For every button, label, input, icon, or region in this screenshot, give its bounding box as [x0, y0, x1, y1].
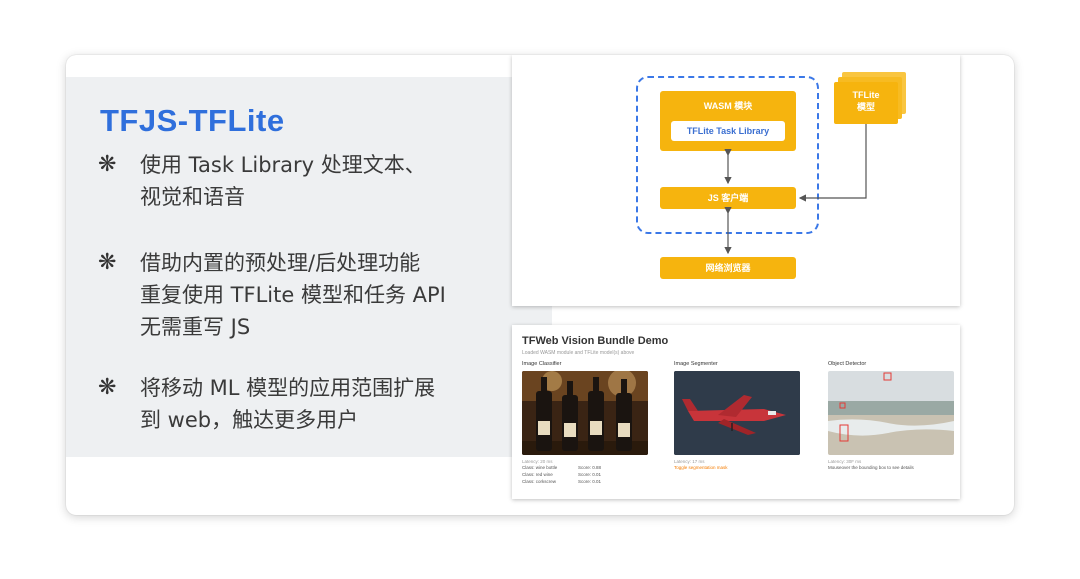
detector-hint: Mouseover the bounding box to see detail…: [828, 465, 914, 470]
asterisk-icon: ❋: [98, 250, 117, 275]
airplane-image: [674, 371, 800, 455]
bullet-line: 视觉和语音: [140, 185, 245, 209]
bullet-item: ❋ 借助内置的预处理/后处理功能 重复使用 TFLite 模型和任务 API 无…: [98, 247, 518, 343]
bullet-line: 重复使用 TFLite 模型和任务 API: [140, 283, 446, 307]
toggle-mask-link[interactable]: Toggle segmentation mask: [674, 464, 800, 471]
image-segmenter-panel: Image Segmenter Latency: 17 ms Toggle se…: [674, 361, 800, 471]
demo-subtitle: Loaded WASM module and TFLite model(s) a…: [522, 350, 635, 356]
demo-screenshot: TFWeb Vision Bundle Demo Loaded WASM mod…: [512, 325, 960, 499]
bullet-line: 无需重写 JS: [140, 315, 251, 339]
bullet-item: ❋ 将移动 ML 模型的应用范围扩展 到 web，触达更多用户: [98, 372, 518, 436]
result-row: Class: wine bottle Score: 0.88: [522, 465, 602, 470]
bullet-line: 到 web，触达更多用户: [140, 408, 359, 432]
object-detector-panel: Object Detector Latency: 30F ms Mouseove…: [828, 361, 954, 471]
panel-title: Image Classifier: [522, 361, 562, 367]
bullet-line: 将移动 ML 模型的应用范围扩展: [140, 376, 436, 400]
slide-card: TFJS-TFLite ❋ 使用 Task Library 处理文本、 视觉和语…: [66, 55, 1014, 515]
asterisk-icon: ❋: [98, 375, 117, 400]
architecture-diagram: WASM 模块 TFLite Task Library JS 客户端 网络浏览器…: [512, 55, 960, 306]
image-classifier-panel: Image Classifier Latency: 20 ms Class: w…: [522, 361, 648, 485]
slide-title: TFJS-TFLite: [100, 103, 285, 138]
panel-title: Object Detector: [828, 361, 867, 367]
bullet-line: 借助内置的预处理/后处理功能: [140, 251, 421, 275]
bullet-item: ❋ 使用 Task Library 处理文本、 视觉和语音: [98, 149, 518, 213]
wine-bottles-image: [522, 371, 648, 455]
diagram-arrows: [724, 124, 867, 255]
model-js-arrow: [798, 124, 867, 202]
bullet-line: 使用 Task Library 处理文本、: [140, 153, 426, 177]
beach-image: [828, 371, 954, 455]
demo-title: TFWeb Vision Bundle Demo: [522, 335, 669, 347]
result-row: Class: corkscrew Score: 0.01: [522, 479, 602, 484]
result-row: Class: red wine Score: 0.01: [522, 472, 602, 477]
panel-title: Image Segmenter: [674, 361, 718, 367]
asterisk-icon: ❋: [98, 152, 117, 177]
